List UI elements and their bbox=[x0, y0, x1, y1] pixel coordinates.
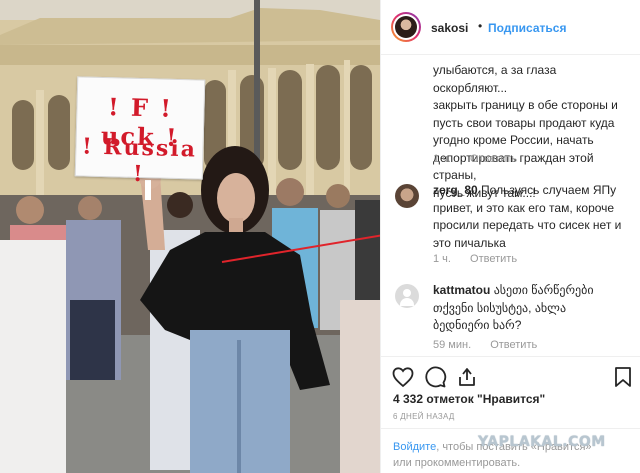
comments-list[interactable]: улыбаются, а за глаза оскорбляют... закр… bbox=[381, 56, 640, 356]
comment-text: улыбаются, а за глаза оскорбляют... закр… bbox=[433, 63, 618, 200]
comment-meta: 1 ч. Ответить bbox=[433, 153, 533, 165]
comment-time: 59 мин. bbox=[433, 339, 472, 351]
likes-count[interactable]: 4 332 отметок "Нравится" bbox=[393, 392, 545, 406]
comment-text: kattmatou ასეთი წარწერები თქვენი სისუსტე… bbox=[433, 283, 594, 332]
post-date: 6 ДНЕЙ НАЗАД bbox=[393, 412, 455, 421]
action-bar bbox=[381, 356, 640, 396]
separator-dot: • bbox=[478, 19, 483, 33]
heart-icon[interactable] bbox=[391, 365, 415, 389]
reply-button[interactable]: Ответить bbox=[470, 153, 517, 165]
comment-meta: 1 ч. Ответить bbox=[433, 253, 533, 265]
watermark-logo: YAPLAKAL.COM bbox=[478, 434, 606, 450]
bookmark-icon[interactable] bbox=[611, 365, 635, 389]
reply-button[interactable]: Ответить bbox=[470, 253, 517, 265]
author-username[interactable]: sakosi bbox=[431, 21, 468, 35]
commenter-username[interactable]: zerg_80 bbox=[433, 183, 478, 197]
share-icon[interactable] bbox=[455, 365, 479, 389]
post-header: sakosi • Подписаться bbox=[381, 0, 640, 55]
sign-line-2: ! Russia ! bbox=[81, 133, 198, 188]
comment-meta: 59 мин. Ответить bbox=[433, 339, 553, 351]
comment-time: 1 ч. bbox=[433, 253, 451, 265]
comment-icon[interactable] bbox=[423, 365, 447, 389]
commenter-avatar[interactable] bbox=[395, 184, 419, 208]
login-link[interactable]: Войдите bbox=[393, 441, 436, 453]
reply-button[interactable]: Ответить bbox=[490, 339, 537, 351]
comment-text: zerg_80 Пользуясь случаем ЯПу привет, и … bbox=[433, 183, 622, 250]
follow-button[interactable]: Подписаться bbox=[488, 21, 566, 35]
commenter-username[interactable]: kattmatou bbox=[433, 283, 490, 297]
commenter-avatar[interactable] bbox=[395, 284, 419, 308]
post-side-panel: sakosi • Подписаться улыбаются, а за гла… bbox=[380, 0, 640, 473]
protest-sign: ! F ! uck ! ! Russia ! bbox=[74, 76, 206, 187]
photo-scene bbox=[0, 0, 380, 473]
comment-time: 1 ч. bbox=[433, 153, 451, 165]
post-photo[interactable]: ! F ! uck ! ! Russia ! bbox=[0, 0, 380, 473]
avatar[interactable] bbox=[391, 12, 421, 42]
